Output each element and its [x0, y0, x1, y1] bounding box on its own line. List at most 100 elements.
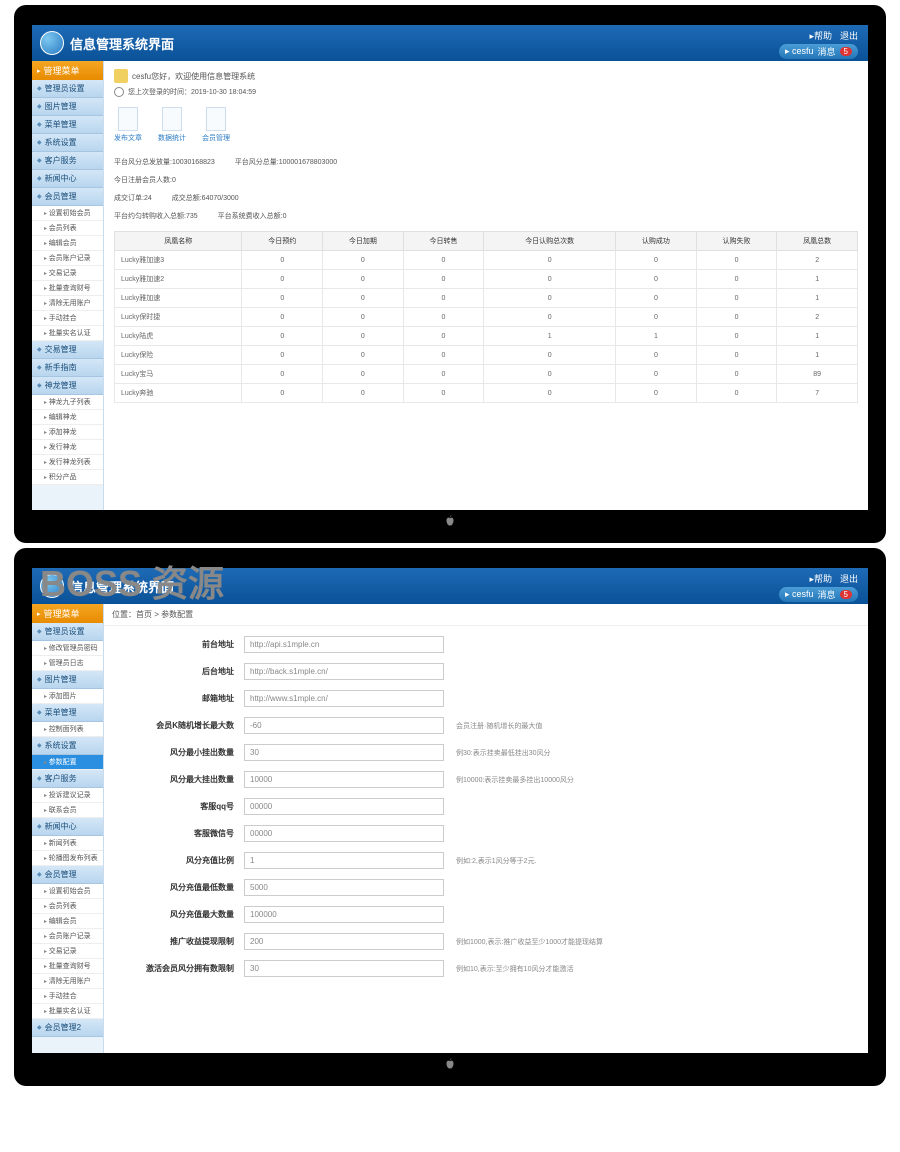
sidebar-subitem[interactable]: 批量查询财号: [32, 959, 103, 974]
table-row: Lucky保时捷0000002: [115, 308, 858, 327]
sidebar-item[interactable]: 会员管理: [32, 866, 103, 884]
table-cell: 0: [616, 308, 697, 327]
stat-line: 平台约匀转购收入总额:735平台系统费收入总额:0: [114, 211, 858, 221]
sidebar-subitem[interactable]: 交易记录: [32, 944, 103, 959]
sidebar-item[interactable]: 管理员设置: [32, 80, 103, 98]
table-cell: 0: [323, 327, 404, 346]
sidebar-item[interactable]: 交易管理: [32, 341, 103, 359]
table-cell: Lucky陆虎: [115, 327, 242, 346]
table-cell: 0: [403, 384, 484, 403]
sidebar-subitem[interactable]: 投诉建议记录: [32, 788, 103, 803]
stat-line: 成交订单:24成交总额:64070/3000: [114, 193, 858, 203]
msg-badge: 5: [840, 47, 852, 56]
sidebar-subitem[interactable]: 控制面列表: [32, 722, 103, 737]
sidebar-subitem[interactable]: 神龙九子列表: [32, 395, 103, 410]
table-cell: 0: [323, 289, 404, 308]
sidebar-subitem[interactable]: 清除无用账户: [32, 974, 103, 989]
sidebar-subitem[interactable]: 会员账户记录: [32, 929, 103, 944]
data-table: 凤凰名称今日预约今日加期今日转售今日认购总次数认购成功认购失败凤凰总数 Luck…: [114, 231, 858, 403]
shortcut-item[interactable]: 发布文章: [114, 107, 142, 143]
sidebar-subitem[interactable]: 发行神龙列表: [32, 455, 103, 470]
shortcut-item[interactable]: 会员管理: [202, 107, 230, 143]
help-link[interactable]: ▸帮助: [809, 572, 832, 585]
sidebar-item[interactable]: 图片管理: [32, 98, 103, 116]
sidebar-item[interactable]: 菜单管理: [32, 704, 103, 722]
sidebar-subitem[interactable]: 编辑会员: [32, 236, 103, 251]
sidebar-subitem[interactable]: 参数配置: [32, 755, 103, 770]
sidebar-subitem[interactable]: 设置初始会员: [32, 884, 103, 899]
sidebar: 管理菜单 管理员设置图片管理菜单管理系统设置客户服务新闻中心会员管理设置初始会员…: [32, 61, 104, 510]
sidebar-item[interactable]: 会员管理2: [32, 1019, 103, 1037]
user-pill[interactable]: ▸ cesfu 消息 5: [779, 587, 858, 602]
sidebar-subitem[interactable]: 批量实名认证: [32, 326, 103, 341]
sidebar-subitem[interactable]: 添加神龙: [32, 425, 103, 440]
form-input[interactable]: [244, 960, 444, 977]
form-input[interactable]: [244, 879, 444, 896]
sidebar-item[interactable]: 图片管理: [32, 671, 103, 689]
table-cell: 0: [696, 327, 777, 346]
form-row: 风分充值最低数量: [124, 879, 848, 896]
sidebar-subitem[interactable]: 会员列表: [32, 221, 103, 236]
sidebar-subitem[interactable]: 添加图片: [32, 689, 103, 704]
form-input[interactable]: [244, 636, 444, 653]
sidebar-item[interactable]: 客户服务: [32, 152, 103, 170]
sidebar-subitem[interactable]: 编辑神龙: [32, 410, 103, 425]
sidebar-subitem[interactable]: 批量实名认证: [32, 1004, 103, 1019]
sidebar-subitem[interactable]: 手动挂合: [32, 311, 103, 326]
sidebar-subitem[interactable]: 轮播图发布列表: [32, 851, 103, 866]
form-input[interactable]: [244, 906, 444, 923]
sidebar-subitem[interactable]: 新闻列表: [32, 836, 103, 851]
form-input[interactable]: [244, 717, 444, 734]
sidebar-item[interactable]: 客户服务: [32, 770, 103, 788]
sidebar-subitem[interactable]: 会员列表: [32, 899, 103, 914]
user-pill[interactable]: ▸ cesfu 消息 5: [779, 44, 858, 59]
sidebar-subitem[interactable]: 会员账户记录: [32, 251, 103, 266]
msg-label: 消息: [818, 588, 836, 601]
form-input[interactable]: [244, 663, 444, 680]
form-input[interactable]: [244, 744, 444, 761]
help-link[interactable]: ▸帮助: [809, 29, 832, 42]
form-input[interactable]: [244, 690, 444, 707]
form-input[interactable]: [244, 771, 444, 788]
sidebar-subitem[interactable]: 编辑会员: [32, 914, 103, 929]
sidebar-subitem[interactable]: 发行神龙: [32, 440, 103, 455]
table-row: Lucky宝马00000089: [115, 365, 858, 384]
shortcut-item[interactable]: 数据统计: [158, 107, 186, 143]
clock-icon: [114, 87, 124, 97]
sidebar-item[interactable]: 管理员设置: [32, 623, 103, 641]
sidebar-subitem[interactable]: 积分产品: [32, 470, 103, 485]
sidebar-subitem[interactable]: 修改管理员密码: [32, 641, 103, 656]
table-cell: 0: [403, 308, 484, 327]
sidebar-subitem[interactable]: 管理员日志: [32, 656, 103, 671]
sidebar-item[interactable]: 系统设置: [32, 134, 103, 152]
table-cell: Lucky雅加速3: [115, 251, 242, 270]
sidebar-subitem[interactable]: 清除无用账户: [32, 296, 103, 311]
sidebar-item[interactable]: 新闻中心: [32, 170, 103, 188]
sidebar-item[interactable]: 神龙管理: [32, 377, 103, 395]
table-row: Lucky雅加速0000001: [115, 289, 858, 308]
form-input[interactable]: [244, 798, 444, 815]
form-row: 风分最大挂出数量例10000:表示挂卖最多挂出10000风分: [124, 771, 848, 788]
sidebar-subitem[interactable]: 批量查询财号: [32, 281, 103, 296]
table-row: Lucky雅加速30000002: [115, 251, 858, 270]
form-label: 风分充值比例: [124, 855, 244, 866]
last-login-text: 您上次登录的时间：2019-10-30 18:04:59: [128, 87, 256, 97]
sidebar-subitem[interactable]: 联系会员: [32, 803, 103, 818]
sidebar-subitem[interactable]: 手动挂合: [32, 989, 103, 1004]
col-header: 凤凰名称: [115, 232, 242, 251]
table-cell: 0: [403, 270, 484, 289]
form-input[interactable]: [244, 852, 444, 869]
sidebar-item[interactable]: 新手指南: [32, 359, 103, 377]
sidebar-item[interactable]: 系统设置: [32, 737, 103, 755]
logout-link[interactable]: 退出: [840, 29, 858, 42]
sidebar-item[interactable]: 菜单管理: [32, 116, 103, 134]
logout-link[interactable]: 退出: [840, 572, 858, 585]
table-cell: 0: [403, 289, 484, 308]
welcome-text: cesfu您好，欢迎使用信息管理系统: [132, 71, 255, 82]
form-input[interactable]: [244, 933, 444, 950]
form-input[interactable]: [244, 825, 444, 842]
sidebar-subitem[interactable]: 交易记录: [32, 266, 103, 281]
sidebar-subitem[interactable]: 设置初始会员: [32, 206, 103, 221]
sidebar-item[interactable]: 新闻中心: [32, 818, 103, 836]
sidebar-item[interactable]: 会员管理: [32, 188, 103, 206]
